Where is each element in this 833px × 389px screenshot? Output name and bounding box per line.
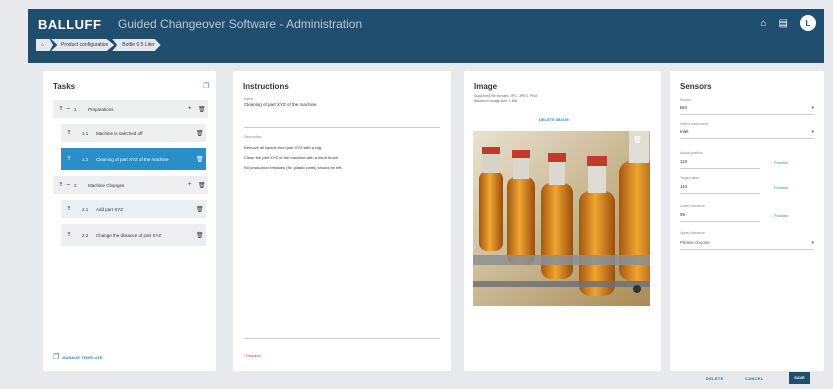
- trash-icon[interactable]: 🗑: [198, 182, 208, 189]
- actual-position-input[interactable]: 110: [680, 159, 687, 164]
- drag-handle-icon[interactable]: ⠿: [56, 182, 66, 188]
- task-number: 2.2: [82, 232, 89, 238]
- add-subtask-icon[interactable]: +: [188, 182, 198, 188]
- task-number: 1: [74, 106, 77, 112]
- avatar[interactable]: L: [800, 15, 816, 31]
- chevron-down-icon[interactable]: ▾: [811, 105, 814, 111]
- task-label: Machine is switched off: [96, 130, 143, 136]
- sensor-label: Sensor: [680, 98, 692, 102]
- copy-icon[interactable]: ❐: [203, 82, 209, 90]
- product-photo: [473, 131, 650, 306]
- tasks-title: Tasks: [53, 82, 76, 91]
- task-item-2-2[interactable]: ⠿ 2.2 Change the distance of part XYZ 🗑: [61, 224, 206, 246]
- info-icon[interactable]: ⓘ: [75, 84, 79, 90]
- description-line: Clean the part XYZ of the machine with a…: [244, 155, 340, 160]
- save-button[interactable]: SAVE: [789, 372, 810, 384]
- breadcrumb-item-bottle[interactable]: Bottle 0.5 Liter: [112, 39, 161, 51]
- delete-button[interactable]: DELETE: [706, 376, 724, 381]
- description-label: Description: [244, 135, 262, 139]
- template-icon: ❐: [53, 354, 60, 361]
- description-line: No production residues (fix. plastic par…: [244, 165, 343, 170]
- target-value-underline: [680, 193, 760, 194]
- sensors-panel: Sensors Sensor BIS ▾ Select component In…: [670, 71, 824, 371]
- task-label: Cleaning of part XYZ of the machine: [96, 156, 169, 162]
- drag-handle-icon[interactable]: ⠿: [64, 232, 74, 238]
- drag-handle-icon[interactable]: ⠿: [64, 130, 74, 136]
- trash-icon[interactable]: 🗑: [196, 232, 206, 239]
- component-underline: [680, 138, 814, 139]
- sensor-select[interactable]: BIS: [680, 105, 687, 110]
- task-item-1-1[interactable]: ⠿ 1.1 Machine is switched off 🗑: [61, 124, 206, 142]
- app-title: Guided Changeover Software - Administrat…: [118, 17, 363, 31]
- description-field[interactable]: Remove all liquids from part XYZ with a …: [244, 145, 343, 175]
- task-item-2-1[interactable]: ⠿ 2.1 Add part XYZ 🗑: [61, 200, 206, 218]
- instructions-panel: Instructions Name Cleaning of part XYZ o…: [233, 71, 451, 371]
- chevron-down-icon[interactable]: ▾: [811, 240, 814, 246]
- description-underline: [244, 338, 440, 339]
- collapse-icon[interactable]: −: [66, 106, 74, 113]
- upper-tolerance-select[interactable]: Please choose: [680, 240, 710, 245]
- component-select[interactable]: Inlet: [680, 129, 689, 134]
- task-item-2[interactable]: ⠿ − 2 Machine Changes + 🗑: [53, 176, 208, 194]
- delete-image-link[interactable]: DELETE IMAGE: [539, 117, 569, 122]
- actual-position-underline: [680, 168, 760, 169]
- task-label: Preparations: [88, 106, 114, 112]
- chevron-down-icon[interactable]: ▾: [811, 129, 814, 135]
- instructions-title: Instructions: [243, 82, 289, 91]
- home-icon[interactable]: ⌂: [761, 18, 767, 29]
- trash-icon[interactable]: 🗑: [196, 156, 206, 163]
- image-trash-icon[interactable]: 🗑: [633, 136, 642, 144]
- target-value-input[interactable]: 110: [680, 184, 687, 189]
- tasks-panel: Tasks ⓘ ❐ ⠿ − 1 Preparations + 🗑 ⠿ 1.1 M…: [43, 71, 216, 371]
- file-format-note: Supported file formats: JPG, JPEG, PNG: [474, 94, 538, 98]
- task-item-1[interactable]: ⠿ − 1 Preparations + 🗑: [53, 100, 208, 118]
- app-header: BALLUFF Guided Changeover Software - Adm…: [28, 9, 824, 63]
- file-size-note: Maximum image size: 1 MB: [474, 99, 517, 103]
- breadcrumb: ⌂ Product configuration Bottle 0.5 Liter: [36, 39, 161, 51]
- actual-position-label: Actual position: [680, 151, 703, 155]
- description-line: Remove all liquids from part XYZ with a …: [244, 145, 323, 150]
- task-number: 1.2: [82, 156, 89, 162]
- sensor-underline: [680, 114, 814, 115]
- upper-tolerance-label: Upper tolerance: [680, 231, 705, 235]
- drag-handle-icon[interactable]: ⠿: [64, 156, 74, 162]
- lower-tolerance-input[interactable]: 95: [680, 212, 685, 217]
- trash-icon[interactable]: 🗑: [196, 130, 206, 137]
- task-label: Change the distance of part XYZ: [96, 232, 162, 238]
- required-note: * Required: [244, 354, 261, 358]
- task-number: 2: [74, 182, 77, 188]
- task-number: 1.1: [82, 130, 89, 136]
- name-underline: [244, 127, 440, 128]
- trash-icon[interactable]: 🗑: [198, 106, 208, 113]
- name-field[interactable]: Cleaning of part XYZ of the machine: [244, 102, 317, 107]
- manage-template-link[interactable]: ❐ MANAGE TEMPLATE: [53, 353, 102, 361]
- lower-tolerance-underline: [680, 221, 760, 222]
- collapse-icon[interactable]: −: [66, 182, 74, 189]
- position-button[interactable]: Position: [774, 213, 788, 218]
- target-value-label: Target value: [680, 176, 700, 180]
- position-button[interactable]: Position: [774, 160, 788, 165]
- manage-template-label: MANAGE TEMPLATE: [62, 354, 103, 360]
- drag-handle-icon[interactable]: ⠿: [56, 106, 66, 112]
- image-title: Image: [474, 82, 498, 91]
- document-icon[interactable]: ▤: [779, 18, 788, 29]
- name-label: Name: [244, 97, 254, 101]
- breadcrumb-item-product-config[interactable]: Product configuration: [51, 39, 115, 51]
- header-actions: ⌂ ▤ L: [761, 15, 816, 31]
- component-label: Select component: [680, 122, 709, 126]
- cancel-button[interactable]: CANCEL: [745, 376, 763, 381]
- brand-logo: BALLUFF: [38, 17, 102, 32]
- task-label: Machine Changes: [88, 182, 125, 188]
- upper-tolerance-underline: [680, 249, 814, 250]
- trash-icon[interactable]: 🗑: [196, 206, 206, 213]
- position-button[interactable]: Position: [774, 185, 788, 190]
- task-label: Add part XYZ: [96, 206, 124, 212]
- add-subtask-icon[interactable]: +: [188, 106, 198, 112]
- breadcrumb-home-icon[interactable]: ⌂: [36, 39, 54, 51]
- task-number: 2.1: [82, 206, 89, 212]
- sensors-title: Sensors: [680, 82, 712, 91]
- drag-handle-icon[interactable]: ⠿: [64, 206, 74, 212]
- task-item-1-2[interactable]: ⠿ 1.2 Cleaning of part XYZ of the machin…: [61, 148, 206, 170]
- lower-tolerance-label: Lower tolerance: [680, 204, 705, 208]
